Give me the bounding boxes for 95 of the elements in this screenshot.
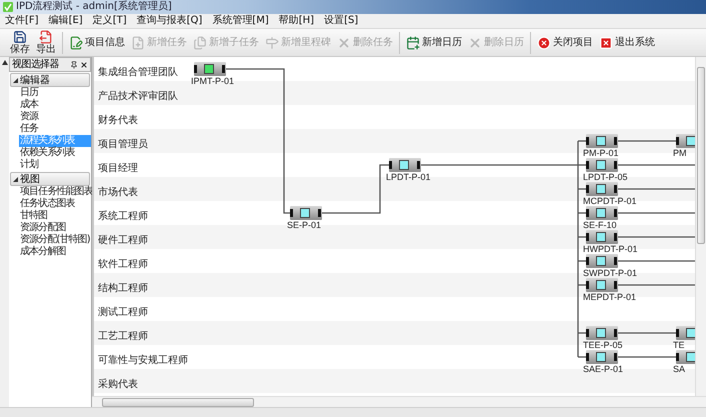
app-icon [3, 2, 13, 12]
tree-group[interactable]: 编辑器 [10, 73, 90, 87]
lane-label: 集成组合管理团队 [98, 67, 178, 78]
tree-item[interactable]: 成本分解图 [19, 246, 91, 258]
task-label: SA [673, 364, 686, 374]
calendar-plus-icon [406, 36, 420, 50]
lane-label: 项目经理 [98, 163, 138, 174]
tree-item[interactable]: 资源分配(甘特图) [19, 234, 91, 246]
close-icon[interactable] [80, 60, 88, 68]
group-label: 视图 [20, 174, 40, 184]
connector-line [618, 356, 676, 358]
delete-icon [337, 36, 351, 50]
connector-line [618, 140, 676, 142]
task-node[interactable] [586, 134, 618, 148]
task-label: TE [673, 340, 685, 350]
lane-label: 项目管理员 [98, 139, 148, 150]
exit-icon [599, 36, 613, 50]
task-label: PM-P-01 [583, 148, 619, 158]
tree-item[interactable]: 资源分配图 [19, 222, 91, 234]
export-icon [39, 30, 53, 44]
lane-label: 系统工程师 [98, 211, 148, 222]
task-label: SE-F-10 [583, 220, 617, 230]
task-node[interactable] [586, 326, 618, 340]
tree-item[interactable]: 计划 [19, 159, 91, 171]
task-label: IPMT-P-01 [191, 76, 234, 86]
task-node[interactable] [586, 350, 618, 364]
lane-label: 结构工程师 [98, 283, 148, 294]
file-plus-icon [131, 36, 145, 50]
task-node[interactable] [676, 350, 695, 364]
lane-label: 可靠性与安规工程师 [98, 355, 188, 366]
window-title: IPD流程测试 - admin[系统管理员] [16, 1, 172, 13]
toolbar-button[interactable]: 项目信息 [67, 36, 127, 50]
toolbar-button[interactable]: 退出系统 [597, 36, 657, 50]
task-label: PM [673, 148, 686, 158]
task-node[interactable] [586, 230, 618, 244]
tree-item[interactable]: 成本 [19, 99, 91, 111]
menu-item[interactable]: 查询与报表[Q] [134, 15, 204, 27]
save-icon [13, 30, 27, 44]
toolbar-button[interactable]: 保存 [8, 30, 32, 55]
menu-item[interactable]: 文件[F] [3, 15, 41, 27]
lane-label: 硬件工程师 [98, 235, 148, 246]
task-node[interactable] [194, 62, 226, 76]
delete-icon [468, 36, 482, 50]
lane-label: 产品技术评审团队 [98, 91, 178, 102]
lane-label: 采购代表 [98, 379, 138, 390]
menu-item[interactable]: 帮助[H] [276, 15, 316, 27]
menu-item[interactable]: 编辑[E] [46, 15, 85, 27]
task-label: MCPDT-P-01 [583, 196, 637, 206]
task-label: MEPDT-P-01 [583, 292, 636, 302]
task-label: SAE-P-01 [583, 364, 624, 374]
task-node[interactable] [676, 134, 695, 148]
close-icon [537, 36, 551, 50]
task-label: LPDT-P-05 [583, 172, 628, 182]
edit-icon [69, 36, 83, 50]
task-label: LPDT-P-01 [386, 172, 431, 182]
toolbar-button[interactable]: 新增日历 [404, 36, 464, 50]
pin-icon[interactable] [70, 60, 78, 68]
menu-item[interactable]: 系统管理[M] [210, 15, 271, 27]
lane-label: 市场代表 [98, 187, 138, 198]
task-node[interactable] [586, 158, 618, 172]
lane-label: 软件工程师 [98, 259, 148, 270]
task-node[interactable] [290, 206, 322, 220]
toolbar-button[interactable]: 导出 [34, 30, 58, 55]
lane-label: 财务代表 [98, 115, 138, 126]
task-node[interactable] [586, 182, 618, 196]
tree-item[interactable]: 任务状态图表 [19, 198, 91, 210]
menu-item[interactable]: 设置[S] [322, 15, 360, 27]
panel-title: 视图选择器 [12, 58, 60, 70]
menu-item[interactable]: 定义[T] [90, 15, 129, 27]
tree-item[interactable]: 任务 [19, 123, 91, 135]
tree-item[interactable]: 项目任务性能图表 [19, 186, 91, 198]
task-node[interactable] [389, 158, 421, 172]
lane-label: 工艺工程师 [98, 331, 148, 342]
task-label: TEE-P-05 [583, 340, 623, 350]
task-label: HWPDT-P-01 [583, 244, 638, 254]
toolbar-button[interactable]: 关闭项目 [535, 36, 595, 50]
tree-item[interactable]: 日历 [19, 87, 91, 99]
files-icon [193, 36, 207, 50]
task-node[interactable] [676, 326, 695, 340]
tree-item[interactable]: 依赖关系列表 [19, 147, 91, 159]
tree-item[interactable]: 资源 [19, 111, 91, 123]
connector-line [618, 332, 676, 334]
task-node[interactable] [586, 254, 618, 268]
task-label: SE-P-01 [287, 220, 322, 230]
lane-label: 测试工程师 [98, 307, 148, 318]
scrollbar-thumb[interactable] [102, 398, 254, 407]
milestone-icon [265, 36, 279, 50]
tree-group[interactable]: 视图 [10, 172, 90, 186]
group-label: 编辑器 [20, 74, 50, 86]
collapse-arrow-icon[interactable] [2, 60, 8, 65]
task-node[interactable] [586, 206, 618, 220]
task-label: SWPDT-P-01 [583, 268, 638, 278]
task-node[interactable] [586, 278, 618, 292]
tree-item[interactable]: 甘特图 [19, 210, 91, 222]
scrollbar-thumb[interactable] [697, 67, 705, 244]
